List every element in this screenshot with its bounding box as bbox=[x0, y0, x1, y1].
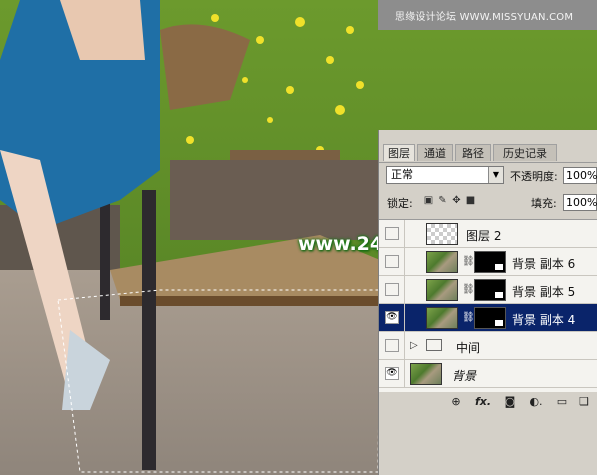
lock-transparent-icon[interactable]: ▣ bbox=[423, 195, 434, 206]
new-layer-icon[interactable]: ❑ bbox=[577, 395, 591, 409]
divider bbox=[404, 332, 405, 360]
folder-icon bbox=[426, 339, 442, 351]
layers-panel: 图层 通道 路径 历史记录 正常 ▼ 不透明度: 100% 锁定: ▣ ✎ ✥ … bbox=[378, 130, 597, 475]
divider bbox=[404, 304, 405, 332]
layer-mask-thumbnail[interactable] bbox=[474, 279, 506, 301]
tab-channels[interactable]: 通道 bbox=[417, 144, 453, 161]
visibility-toggle[interactable] bbox=[385, 283, 399, 296]
adjustment-icon[interactable]: ◐. bbox=[529, 395, 543, 409]
divider bbox=[404, 276, 405, 304]
layer-row-copy6[interactable]: ⛓ 背景 副本 6 bbox=[379, 248, 597, 276]
opacity-field[interactable]: 100% bbox=[563, 167, 597, 184]
opacity-label: 不透明度: bbox=[510, 170, 558, 183]
fill-field[interactable]: 100% bbox=[563, 194, 597, 211]
blend-mode-select[interactable]: 正常 ▼ bbox=[386, 166, 504, 184]
visibility-toggle[interactable] bbox=[385, 227, 399, 240]
layer-name: 背景 副本 6 bbox=[512, 257, 576, 271]
layer-name: 背景 bbox=[452, 369, 477, 383]
layer-mask-thumbnail[interactable] bbox=[474, 307, 506, 329]
fill-label: 填充: bbox=[531, 197, 557, 210]
tab-layers[interactable]: 图层 bbox=[383, 144, 415, 161]
lock-label: 锁定: bbox=[387, 197, 413, 210]
layer-name: 背景 副本 4 bbox=[512, 313, 576, 327]
layers-bottom-toolbar: ⊕ fx. ◙ ◐. ▭ ❑ bbox=[379, 392, 597, 412]
new-group-icon[interactable]: ▭ bbox=[555, 395, 569, 409]
link-chain-icon: ⛓ bbox=[462, 256, 475, 267]
layer-thumbnail bbox=[426, 223, 458, 245]
visibility-toggle[interactable] bbox=[385, 255, 399, 268]
watermark-top: 思缘设计论坛 WWW.MISSYUAN.COM bbox=[395, 12, 574, 23]
layer-row-copy4[interactable]: 👁 ⛓ 背景 副本 4 bbox=[379, 304, 597, 332]
lock-paint-icon[interactable]: ✎ bbox=[437, 195, 448, 206]
expand-triangle-icon[interactable]: ▷ bbox=[410, 340, 418, 351]
chevron-down-icon[interactable]: ▼ bbox=[488, 167, 503, 183]
link-chain-icon: ⛓ bbox=[462, 312, 475, 323]
layer-row-background[interactable]: 👁 背景 bbox=[379, 360, 597, 388]
link-icon[interactable]: ⊕ bbox=[449, 395, 463, 409]
lock-move-icon[interactable]: ✥ bbox=[451, 195, 462, 206]
layer-name: 中间 bbox=[456, 341, 481, 355]
tab-history[interactable]: 历史记录 bbox=[493, 144, 557, 161]
layer-thumbnail bbox=[426, 251, 458, 273]
layer-thumbnail bbox=[426, 307, 458, 329]
blend-mode-value: 正常 bbox=[391, 168, 413, 181]
layers-list: 图层 2 ⛓ 背景 副本 6 ⛓ 背景 副本 5 👁 ⛓ 背景 副本 4 ▷ 中… bbox=[379, 219, 597, 392]
layer-thumbnail bbox=[426, 279, 458, 301]
fx-icon[interactable]: fx. bbox=[475, 395, 491, 409]
visibility-toggle[interactable] bbox=[385, 339, 399, 352]
layer-row-group[interactable]: ▷ 中间 bbox=[379, 332, 597, 360]
layer-name: 背景 副本 5 bbox=[512, 285, 576, 299]
panel-tabs: 图层 通道 路径 历史记录 bbox=[379, 144, 597, 163]
divider bbox=[404, 248, 405, 276]
add-mask-icon[interactable]: ◙ bbox=[503, 395, 517, 409]
layer-mask-thumbnail[interactable] bbox=[474, 251, 506, 273]
eye-icon[interactable]: 👁 bbox=[385, 367, 399, 380]
layer-name: 图层 2 bbox=[466, 229, 502, 243]
layer-thumbnail bbox=[410, 363, 442, 385]
lock-all-icon[interactable]: ■ bbox=[465, 195, 476, 206]
divider bbox=[404, 360, 405, 388]
eye-icon[interactable]: 👁 bbox=[385, 311, 399, 324]
link-chain-icon: ⛓ bbox=[462, 284, 475, 295]
tab-paths[interactable]: 路径 bbox=[455, 144, 491, 161]
layer-row-copy5[interactable]: ⛓ 背景 副本 5 bbox=[379, 276, 597, 304]
divider bbox=[404, 220, 405, 248]
layer-row-layer2[interactable]: 图层 2 bbox=[379, 220, 597, 248]
